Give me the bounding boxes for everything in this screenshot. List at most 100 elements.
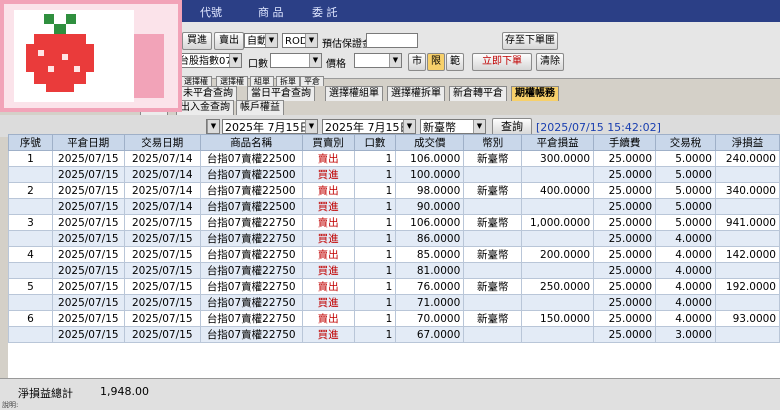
table-cell: 25.0000 bbox=[593, 198, 657, 215]
table-cell: 1 bbox=[353, 150, 397, 167]
column-header[interactable]: 商品名稱 bbox=[199, 134, 303, 151]
subtab-4[interactable]: 組單 bbox=[250, 76, 274, 86]
table-row[interactable]: 2025/07/15 2025/07/15 台指07賣權22750 買進 1 67.000… bbox=[8, 326, 780, 343]
table-cell bbox=[714, 198, 780, 215]
column-header[interactable]: 口數 bbox=[353, 134, 397, 151]
price-input[interactable]: ▼ bbox=[354, 53, 402, 68]
table-row[interactable]: 2025/07/15 2025/07/15 台指07賣權22750 買進 1 71.000… bbox=[8, 294, 780, 311]
subtab-3[interactable]: 選擇權 bbox=[216, 76, 248, 86]
strawberry-icon bbox=[4, 4, 178, 108]
table-cell: 142.0000 bbox=[714, 246, 780, 263]
account-select[interactable]: ▼ bbox=[206, 119, 220, 134]
table-cell: 5.0000 bbox=[655, 150, 716, 167]
table-cell: 4.0000 bbox=[655, 262, 716, 279]
column-header[interactable]: 買賣別 bbox=[301, 134, 355, 151]
table-cell: 25.0000 bbox=[593, 166, 657, 183]
table-cell: 台指07賣權22500 bbox=[199, 150, 303, 167]
table-row[interactable]: 2 2025/07/15 2025/07/14 台指07賣權22500 賣出 1 98.00… bbox=[8, 182, 780, 199]
tab-new-to-close[interactable]: 新倉轉平倉 bbox=[449, 86, 507, 101]
table-cell: 150.0000 bbox=[521, 310, 595, 327]
market-price-button[interactable]: 市 bbox=[408, 53, 426, 71]
save-to-basket-button[interactable]: 存至下單匣 bbox=[502, 32, 558, 50]
table-cell bbox=[521, 166, 595, 183]
to-date-picker[interactable]: 2025年 7月15日 ▼ bbox=[322, 119, 416, 134]
table-cell: 1 bbox=[8, 150, 53, 167]
clear-button[interactable]: 清除 bbox=[536, 53, 564, 71]
table-cell: 25.0000 bbox=[593, 214, 657, 231]
table-cell: 81.0000 bbox=[395, 262, 465, 279]
tab-deposit-query[interactable]: 出入金查詢 bbox=[176, 100, 234, 115]
margin-label: 預估保證金 bbox=[322, 39, 372, 50]
table-cell: 新臺幣 bbox=[463, 182, 523, 199]
table-row[interactable]: 2025/07/15 2025/07/14 台指07賣權22500 買進 1 100.00… bbox=[8, 166, 780, 183]
table-cell: 賣出 bbox=[301, 246, 355, 263]
submit-order-button[interactable]: 立即下單 bbox=[472, 53, 532, 71]
table-cell: 100.0000 bbox=[395, 166, 465, 183]
table-cell: 25.0000 bbox=[593, 246, 657, 263]
table-cell bbox=[714, 294, 780, 311]
table-cell: 台指07賣權22500 bbox=[199, 166, 303, 183]
table-row[interactable]: 1 2025/07/15 2025/07/14 台指07賣權22500 賣出 1 106.0… bbox=[8, 150, 780, 167]
table-cell bbox=[8, 166, 53, 183]
table-cell: 賣出 bbox=[301, 310, 355, 327]
column-header[interactable]: 交易稅 bbox=[655, 134, 716, 151]
table-cell: 5.0000 bbox=[655, 182, 716, 199]
sell-button[interactable]: 賣出 bbox=[214, 32, 244, 50]
tab-option-split[interactable]: 選擇權拆單 bbox=[387, 86, 445, 101]
table-cell: 2 bbox=[8, 182, 53, 199]
table-cell: 340.0000 bbox=[714, 182, 780, 199]
product-select[interactable]: 台股指數075 ▼ bbox=[176, 53, 242, 68]
range-price-button[interactable]: 範 bbox=[446, 53, 464, 71]
table-cell: 4.0000 bbox=[655, 294, 716, 311]
table-cell: 5.0000 bbox=[655, 214, 716, 231]
column-header[interactable]: 成交價 bbox=[395, 134, 465, 151]
column-header[interactable]: 平倉損益 bbox=[521, 134, 595, 151]
table-cell: 4 bbox=[8, 246, 53, 263]
table-row[interactable]: 2025/07/15 2025/07/15 台指07賣權22750 買進 1 81.000… bbox=[8, 262, 780, 279]
chevron-down-icon: ▼ bbox=[473, 120, 485, 133]
tab-daily-close[interactable]: 當日平倉查詢 bbox=[247, 86, 315, 101]
table-row[interactable]: 2025/07/15 2025/07/15 台指07賣權22750 買進 1 86.000… bbox=[8, 230, 780, 247]
column-header[interactable]: 手續費 bbox=[593, 134, 657, 151]
tab-account-records[interactable]: 期權帳務 bbox=[511, 86, 559, 101]
table-cell: 2025/07/15 bbox=[51, 310, 125, 327]
table-cell: 2025/07/15 bbox=[123, 278, 201, 295]
table-row[interactable]: 2025/07/15 2025/07/14 台指07賣權22500 買進 1 90.000… bbox=[8, 198, 780, 215]
table-cell: 25.0000 bbox=[593, 294, 657, 311]
table-cell: 4.0000 bbox=[655, 230, 716, 247]
tab-option-combine[interactable]: 選擇權組單 bbox=[325, 86, 383, 101]
order-mode-select[interactable]: 自動 ▼ bbox=[244, 33, 278, 48]
column-header[interactable]: 平倉日期 bbox=[51, 134, 125, 151]
table-cell bbox=[714, 326, 780, 343]
currency-select[interactable]: 新臺幣 ▼ bbox=[420, 119, 486, 134]
from-date-picker[interactable]: 2025年 7月15日 ▼ bbox=[222, 119, 318, 134]
table-cell bbox=[521, 198, 595, 215]
tab-account-equity[interactable]: 帳戶權益 bbox=[236, 100, 284, 115]
table-cell: 2025/07/15 bbox=[51, 182, 125, 199]
column-header[interactable]: 序號 bbox=[8, 134, 53, 151]
subtab-5[interactable]: 拆單 bbox=[276, 76, 300, 86]
records-grid: 序號 平倉日期 交易日期 商品名稱 買賣別 口數 成交價 幣別 平倉損益 手續費… bbox=[8, 134, 780, 378]
table-row[interactable]: 5 2025/07/15 2025/07/15 台指07賣權22750 賣出 1 76.00… bbox=[8, 278, 780, 295]
table-row[interactable]: 3 2025/07/15 2025/07/15 台指07賣權22750 賣出 1 106.0… bbox=[8, 214, 780, 231]
table-cell: 2025/07/15 bbox=[51, 150, 125, 167]
qty-stepper[interactable]: ▼ bbox=[270, 53, 322, 68]
table-row[interactable]: 6 2025/07/15 2025/07/15 台指07賣權22750 賣出 1 70.00… bbox=[8, 310, 780, 327]
column-header[interactable]: 幣別 bbox=[463, 134, 523, 151]
margin-field[interactable] bbox=[366, 33, 418, 48]
subtab-2[interactable]: 選擇權 bbox=[180, 76, 212, 86]
header-col-order: 委 託 bbox=[312, 6, 338, 19]
tab-open-positions[interactable]: 未平倉查詢 bbox=[179, 86, 237, 101]
column-header[interactable]: 淨損益 bbox=[714, 134, 780, 151]
limit-price-button[interactable]: 限 bbox=[427, 53, 445, 71]
table-row[interactable]: 4 2025/07/15 2025/07/15 台指07賣權22750 賣出 1 85.00… bbox=[8, 246, 780, 263]
tif-select[interactable]: ROD ▼ bbox=[282, 33, 318, 48]
table-cell: 1 bbox=[353, 326, 397, 343]
column-header[interactable]: 交易日期 bbox=[123, 134, 201, 151]
table-cell: 賣出 bbox=[301, 150, 355, 167]
subtab-6[interactable]: 平倉 bbox=[300, 76, 324, 86]
table-cell: 2025/07/15 bbox=[51, 262, 125, 279]
table-cell: 200.0000 bbox=[521, 246, 595, 263]
table-cell: 4.0000 bbox=[655, 278, 716, 295]
buy-button[interactable]: 買進 bbox=[182, 32, 212, 50]
